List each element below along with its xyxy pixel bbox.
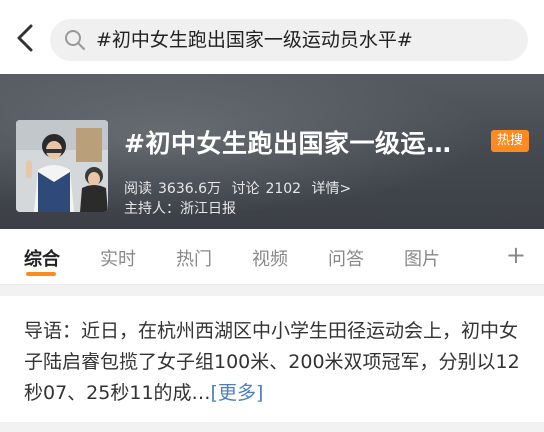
tab-comprehensive[interactable]: 综合 (24, 245, 60, 271)
discuss-label: 讨论 (231, 181, 260, 197)
host-name[interactable]: 浙江日报 (180, 201, 236, 217)
discuss-value: 2102 (265, 181, 302, 197)
reads-value: 3636.6万 (158, 181, 221, 197)
add-tab-button[interactable]: + (506, 241, 526, 269)
tab-qa[interactable]: 问答 (328, 245, 364, 271)
hot-search-badge: 热搜 (491, 130, 529, 152)
topic-host: 主持人：浙江日报 (124, 198, 236, 218)
topic-title: #初中女生跑出国家一级运… (124, 129, 452, 158)
details-link[interactable]: 详情> (312, 181, 352, 197)
topic-photo (16, 120, 108, 212)
chevron-left-icon (17, 24, 33, 52)
topic-stats: 阅读 3636.6万 讨论 2102 详情> (124, 178, 357, 198)
tab-images[interactable]: 图片 (404, 245, 440, 271)
search-box[interactable]: #初中女生跑出国家一级运动员水平# (50, 19, 528, 61)
reads-label: 阅读 (124, 181, 152, 197)
host-label: 主持人： (124, 201, 180, 217)
intro-text: 导语：近日，在杭州西湖区中小学生田径运动会上，初中女子陆启睿包揽了女子组100米… (24, 320, 520, 404)
tab-video[interactable]: 视频 (252, 245, 288, 271)
top-bar: #初中女生跑出国家一级运动员水平# (0, 0, 544, 74)
topic-header: #初中女生跑出国家一级运… 热搜 阅读 3636.6万 讨论 2102 详情> 主持… (0, 74, 544, 229)
tab-realtime[interactable]: 实时 (100, 245, 136, 271)
intro-card: 导语：近日，在杭州西湖区中小学生田径运动会上，初中女子陆启睿包揽了女子组100米… (0, 296, 544, 422)
intro-text-block: 导语：近日，在杭州西湖区中小学生田径运动会上，初中女子陆启睿包揽了女子组100米… (24, 316, 524, 409)
back-button[interactable] (12, 22, 40, 54)
more-link[interactable]: [更多] (211, 382, 264, 404)
tab-bar: 综合 实时 热门 视频 问答 图片 + (0, 229, 544, 285)
topic-thumbnail[interactable] (16, 120, 108, 212)
tab-popular[interactable]: 热门 (176, 245, 212, 271)
active-tab-indicator (26, 272, 56, 276)
search-icon (65, 30, 85, 50)
search-query[interactable]: #初中女生跑出国家一级运动员水平# (96, 19, 413, 61)
